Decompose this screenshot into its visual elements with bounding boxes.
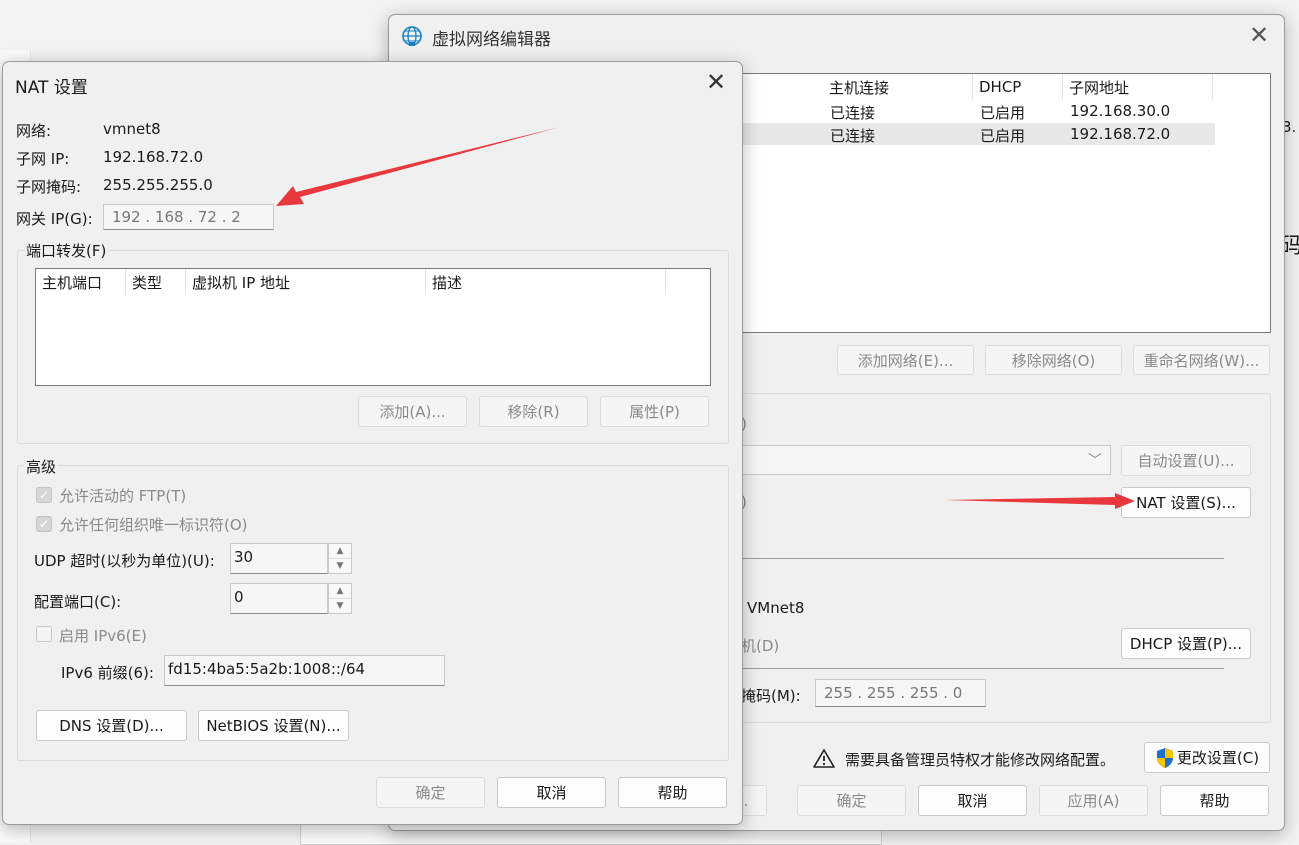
annotation-arrows bbox=[276, 127, 1135, 509]
arrow-to-gateway bbox=[276, 127, 560, 206]
arrow-to-nat-button bbox=[945, 493, 1135, 509]
